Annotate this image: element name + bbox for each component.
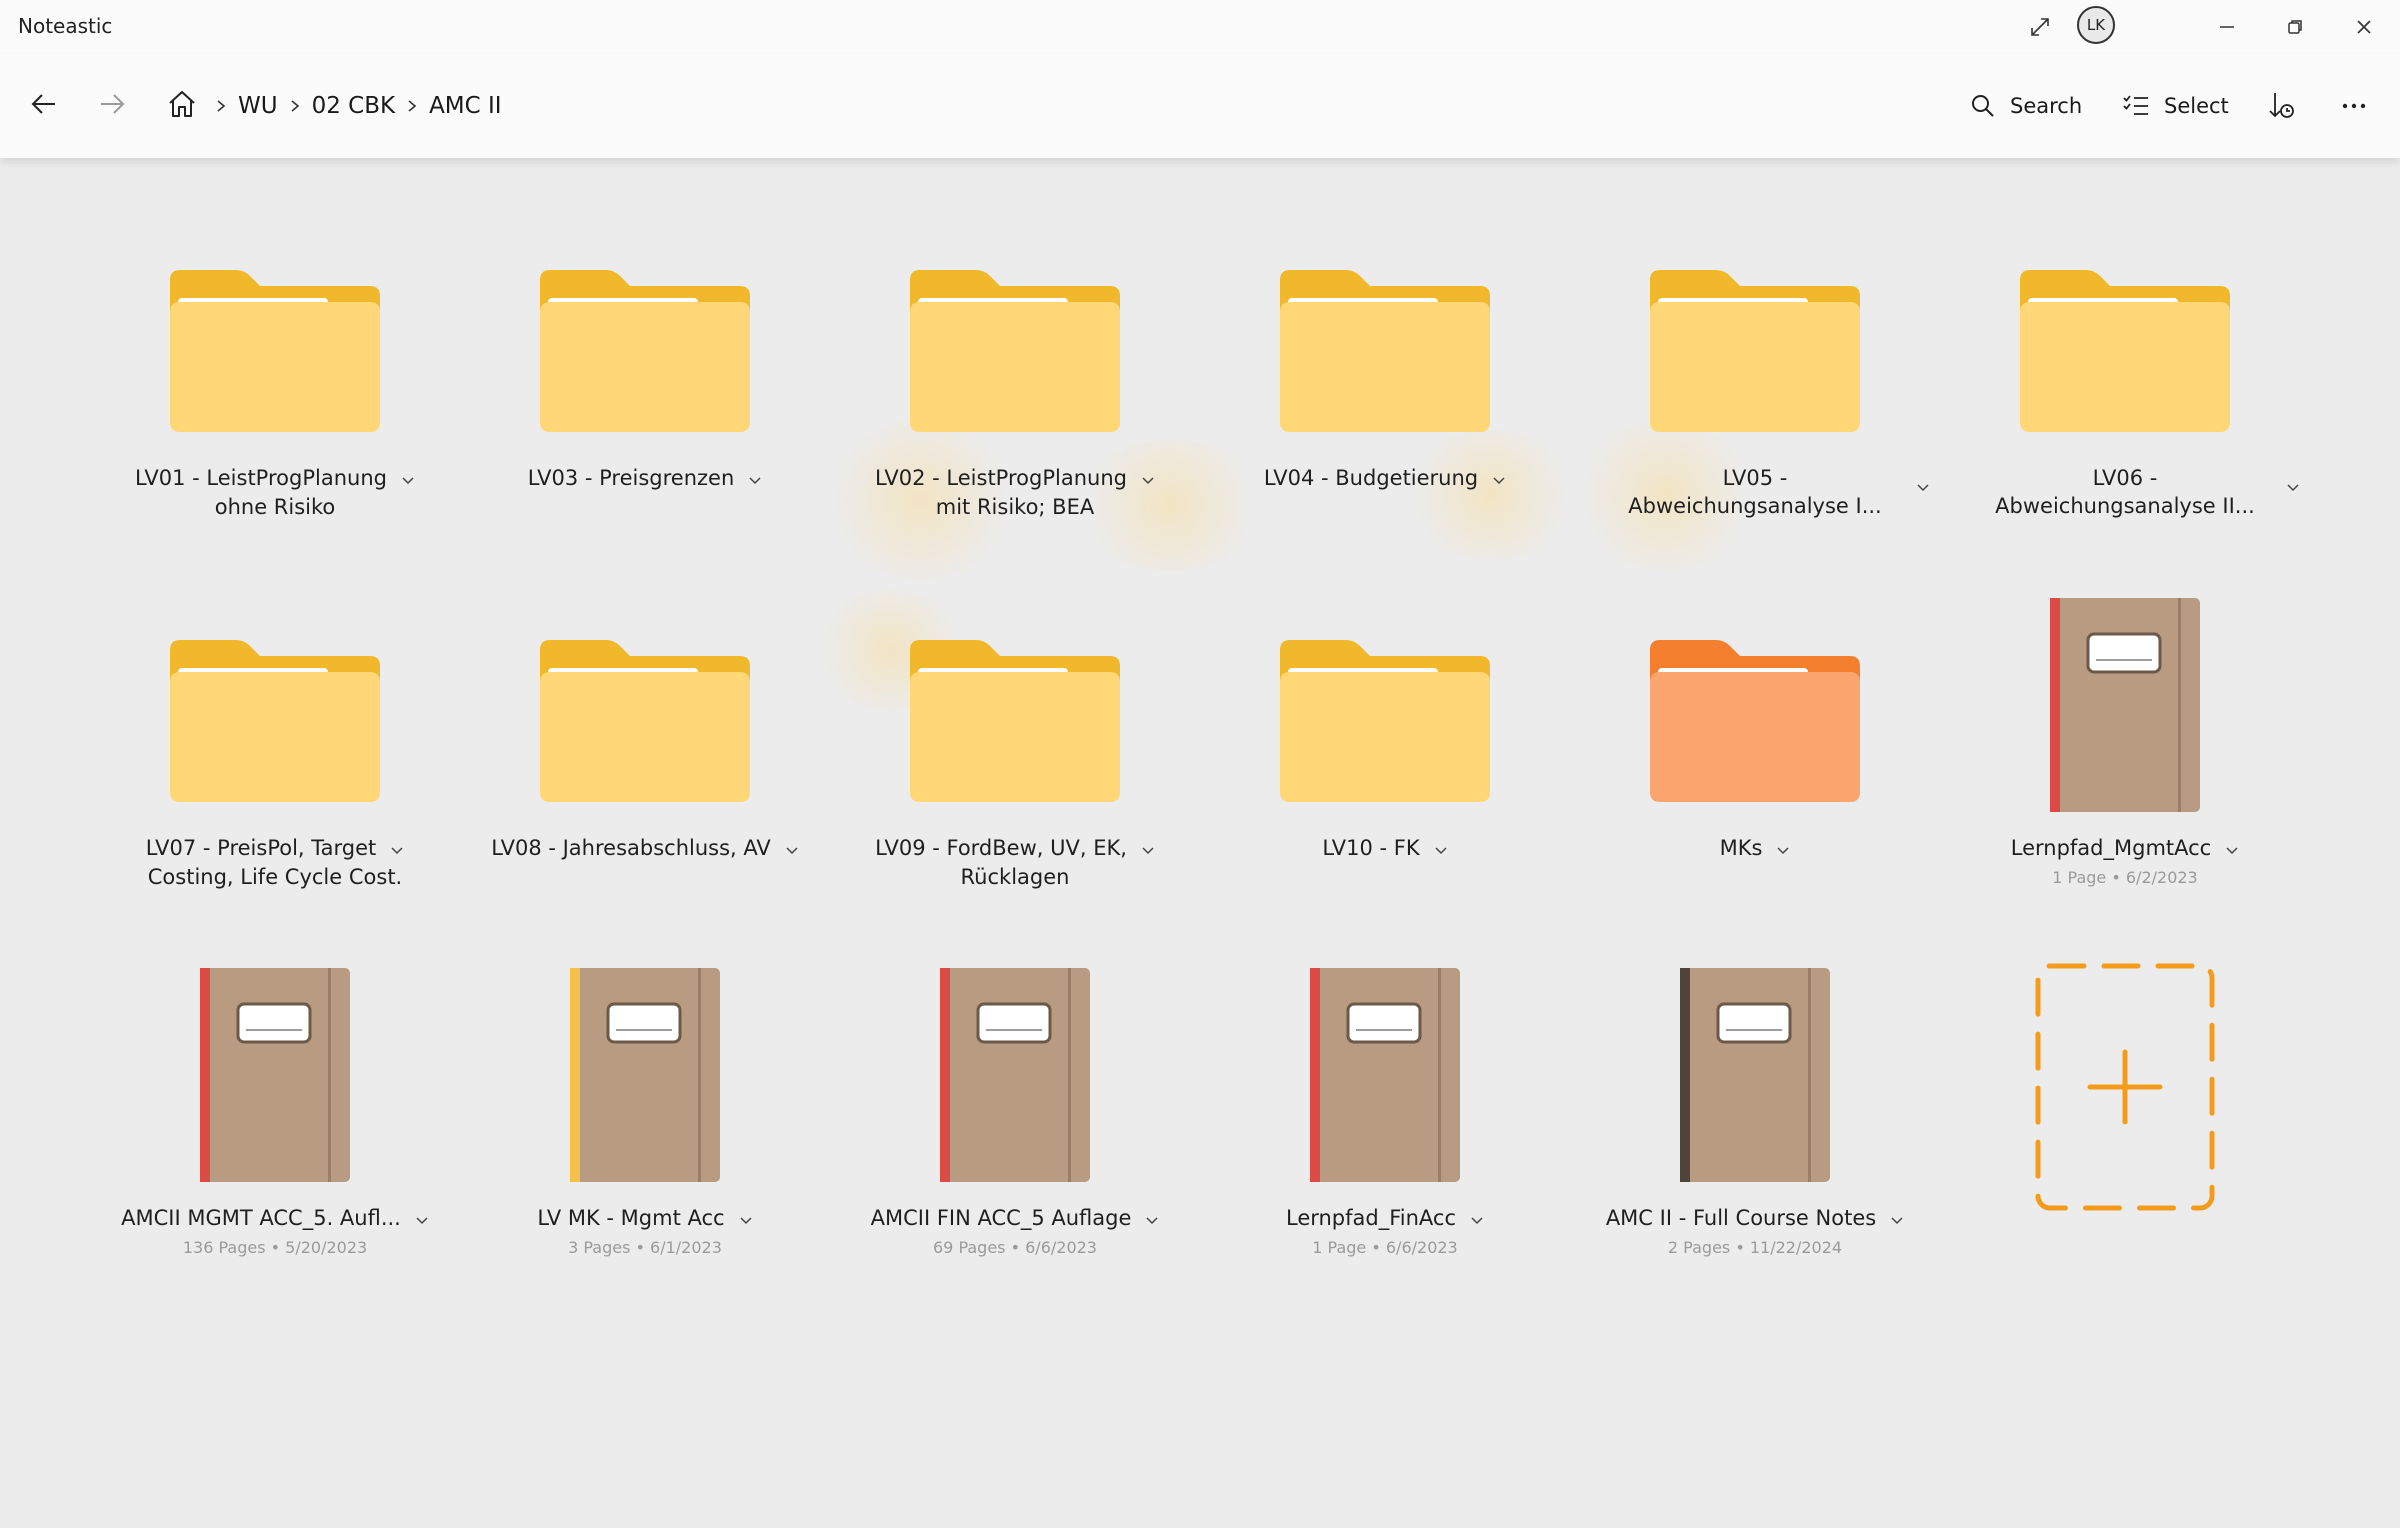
chevron-down-icon[interactable] [785,835,799,863]
chevron-down-icon[interactable] [390,835,404,863]
chevron-down-icon[interactable] [2286,472,2300,500]
folder-name: LV06 - [2092,466,2158,490]
folder-icon [538,638,752,804]
sort-button[interactable] [2266,84,2298,128]
search-button[interactable]: Search [1970,84,2082,128]
chevron-right-icon [280,98,310,114]
folder-icon [2018,268,2232,434]
plus-icon [2087,1049,2163,1125]
chevron-right-icon [397,98,427,114]
breadcrumb-item-02-cbk[interactable]: 02 CBK [310,93,398,119]
chevron-down-icon[interactable] [1776,835,1790,863]
folder-icon [1278,268,1492,434]
title-bar: Noteastic LK [0,0,2400,54]
add-notebook-button[interactable] [2034,962,2216,1212]
notebook-title: AMC II - Full Course Notes [1605,1206,1877,1230]
notebook-meta: 1 Page • 6/6/2023 [1312,1238,1458,1257]
chevron-down-icon[interactable] [1492,465,1506,493]
avatar-initials: LK [2086,16,2106,34]
folder-name: LV02 - LeistProgPlanung [875,466,1127,490]
chevron-right-icon [206,98,236,114]
folder-icon [1648,638,1862,804]
fullscreen-icon[interactable] [2023,10,2057,44]
close-icon[interactable] [2347,10,2381,44]
folder-name: LV03 - Preisgrenzen [527,466,735,490]
notebook-title: Lernpfad_FinAcc [1285,1206,1457,1230]
folder-name: LV08 - Jahresabschluss, AV [491,836,771,860]
home-button[interactable] [160,82,204,126]
checklist-icon [2123,95,2148,115]
notebook-icon [940,968,1090,1182]
app-title: Noteastic [18,14,113,38]
notebook-title: AMCII MGMT ACC_5. Aufl... [121,1206,401,1230]
search-label: Search [2010,94,2083,118]
chevron-down-icon[interactable] [401,465,415,493]
arrow-right-icon [101,94,125,114]
select-label: Select [2164,94,2229,118]
notebook-icon [200,968,350,1182]
breadcrumb-item-amc-ii[interactable]: AMC II [427,93,504,119]
folder-name-line2: Abweichungsanalyse II... [1995,494,2255,518]
folder-name-line2: Costing, Life Cycle Cost. [147,865,403,889]
notebook-title: Lernpfad_MgmtAcc [2010,836,2212,860]
folder-name-line2: Abweichungsanalyse I... [1628,494,1882,518]
forward-button[interactable] [90,82,134,126]
arrow-left-icon [31,94,55,114]
back-button[interactable] [22,82,66,126]
chevron-down-icon[interactable] [2225,835,2239,863]
notebook-meta: 3 Pages • 6/1/2023 [568,1238,722,1257]
restore-icon[interactable] [2278,10,2312,44]
breadcrumb-item-wu[interactable]: WU [236,93,280,119]
folder-name: LV05 - [1722,466,1788,490]
notebook-icon [2050,598,2200,812]
select-button[interactable]: Select [2122,84,2229,128]
folder-name-line2: mit Risiko; BEA [935,495,1095,519]
folder-name: LV10 - FK [1322,836,1420,860]
background-glow [1400,430,1580,560]
notebook-title: AMCII FIN ACC_5 Auflage [870,1206,1132,1230]
notebook-icon [570,968,720,1182]
folder-name-line2: Rücklagen [960,865,1070,889]
search-icon [1972,95,1994,117]
folder-icon [1648,268,1862,434]
folder-name: LV01 - LeistProgPlanung [135,466,387,490]
toolbar: WU 02 CBK AMC II Search Select [0,54,2400,158]
folder-icon [168,268,382,434]
folder-name: MKs [1719,836,1763,860]
chevron-down-icon[interactable] [1145,1205,1159,1233]
avatar[interactable]: LK [2077,6,2115,44]
folder-icon [1278,638,1492,804]
minimize-icon[interactable] [2210,10,2244,44]
home-icon [169,91,195,117]
notebook-title: LV MK - Mgmt Acc [537,1206,725,1230]
folder-icon [908,268,1122,434]
notebook-meta: 2 Pages • 11/22/2024 [1667,1238,1843,1257]
notebook-icon [1680,968,1830,1182]
notebook-meta: 136 Pages • 5/20/2023 [182,1238,368,1257]
folder-name: LV07 - PreisPol, Target [145,836,377,860]
folder-name: LV09 - FordBew, UV, EK, [875,836,1127,860]
chevron-down-icon[interactable] [1141,835,1155,863]
chevron-down-icon[interactable] [1141,465,1155,493]
chevron-down-icon[interactable] [1890,1205,1904,1233]
notebook-icon [1310,968,1460,1182]
folder-name-line2: ohne Risiko [214,495,336,519]
folder-icon [538,268,752,434]
notebook-meta: 1 Page • 6/2/2023 [2052,868,2198,887]
notebook-meta: 69 Pages • 6/6/2023 [933,1238,1097,1257]
folder-icon [168,638,382,804]
chevron-down-icon[interactable] [1434,835,1448,863]
folder-name: LV04 - Budgetierung [1263,466,1479,490]
sort-by-date-icon [2269,93,2294,118]
breadcrumb: WU 02 CBK AMC II [206,84,504,128]
chevron-down-icon[interactable] [1470,1205,1484,1233]
more-icon [2342,103,2366,109]
folder-icon [908,638,1122,804]
chevron-down-icon[interactable] [1916,472,1930,500]
more-options-button[interactable] [2340,84,2368,128]
chevron-down-icon[interactable] [415,1205,429,1233]
chevron-down-icon[interactable] [748,465,762,493]
chevron-down-icon[interactable] [739,1205,753,1233]
